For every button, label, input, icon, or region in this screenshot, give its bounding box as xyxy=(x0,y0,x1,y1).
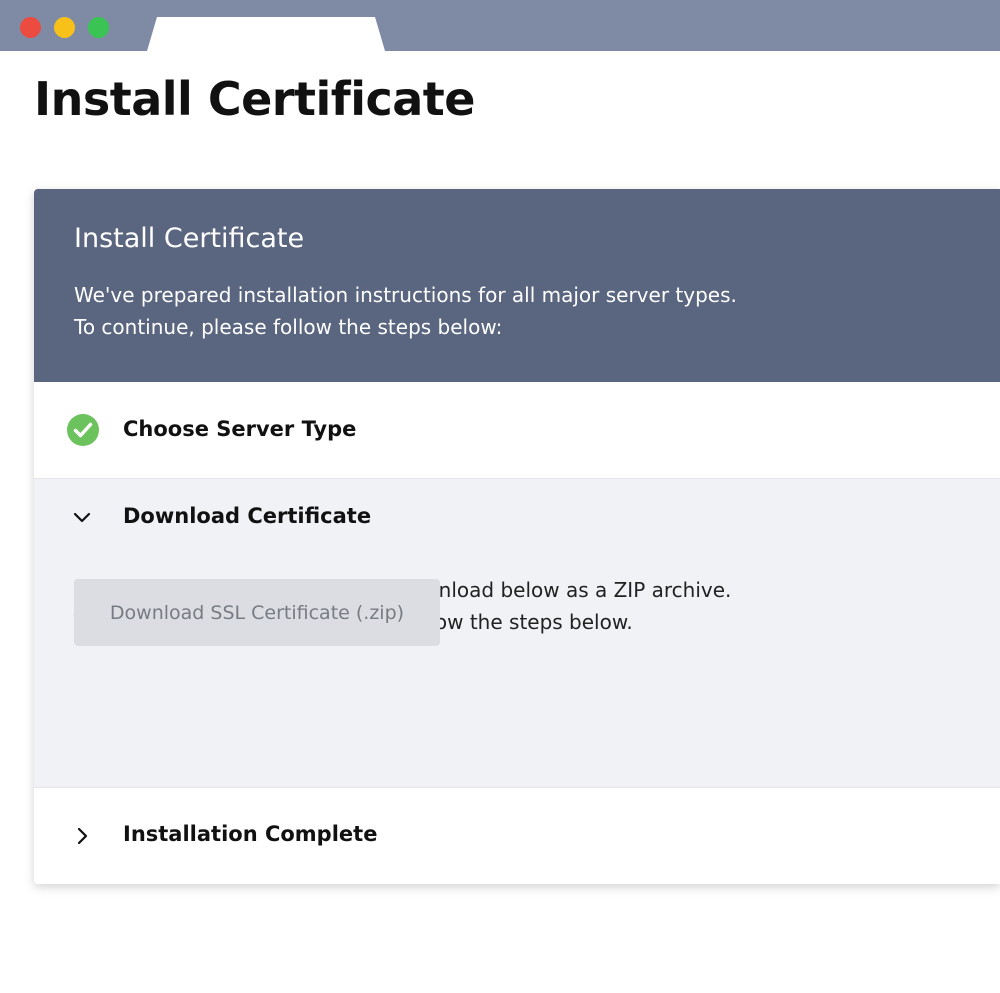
install-certificate-card: Install Certificate We've prepared insta… xyxy=(34,189,1000,884)
card-description: We've prepared installation instructions… xyxy=(74,279,737,343)
step-label-installation-complete: Installation Complete xyxy=(123,822,378,846)
close-window-icon[interactable] xyxy=(20,17,41,38)
browser-tab[interactable] xyxy=(147,17,385,51)
step-label-download-certificate: Download Certificate xyxy=(123,504,372,528)
download-ssl-certificate-button[interactable]: Download SSL Certificate (.zip) xyxy=(74,579,440,646)
page-title: Install Certificate xyxy=(34,72,476,126)
card-header: Install Certificate We've prepared insta… xyxy=(34,189,1000,382)
maximize-window-icon[interactable] xyxy=(88,17,109,38)
check-circle-icon xyxy=(67,414,99,446)
chevron-down-icon[interactable] xyxy=(73,508,91,526)
chevron-right-icon[interactable] xyxy=(73,827,91,845)
step-installation-complete[interactable]: Installation Complete xyxy=(34,788,1000,884)
browser-window: Install Certificate Install Certificate … xyxy=(0,0,1000,993)
card-description-line-1: We've prepared installation instructions… xyxy=(74,283,737,307)
minimize-window-icon[interactable] xyxy=(54,17,75,38)
card-description-line-2: To continue, please follow the steps bel… xyxy=(74,315,503,339)
step-label-choose-server-type: Choose Server Type xyxy=(123,417,357,441)
card-title: Install Certificate xyxy=(74,223,305,254)
step-choose-server-type[interactable]: Choose Server Type xyxy=(34,382,1000,479)
browser-titlebar xyxy=(0,0,1000,51)
